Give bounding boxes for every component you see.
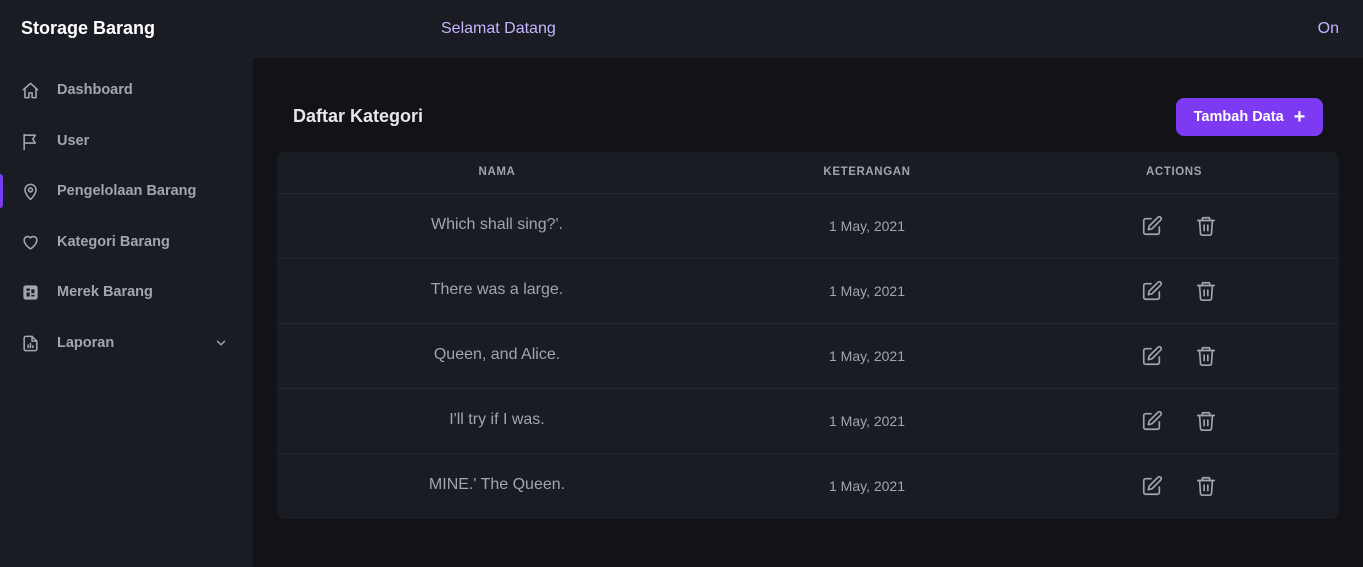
- sidebar-item-label: Dashboard: [57, 82, 133, 98]
- category-table: NAMA KETERANGAN ACTIONS Which shall sing…: [277, 152, 1339, 519]
- edit-icon[interactable]: [1141, 215, 1163, 237]
- trash-icon[interactable]: [1195, 475, 1217, 497]
- sidebar-item-label: Kategori Barang: [57, 234, 170, 250]
- edit-icon[interactable]: [1141, 475, 1163, 497]
- table-row: There was a large. 1 May, 2021: [277, 259, 1339, 324]
- cell-keterangan: 1 May, 2021: [828, 283, 905, 299]
- chevron-down-icon[interactable]: [214, 336, 228, 350]
- flag-icon: [21, 132, 40, 151]
- cell-keterangan: 1 May, 2021: [828, 348, 905, 364]
- sidebar-item-dashboard[interactable]: Dashboard: [0, 70, 253, 110]
- main-content: Daftar Kategori Tambah Data + NAMA KETER…: [253, 58, 1363, 567]
- edit-icon[interactable]: [1141, 410, 1163, 432]
- heart-icon: [21, 233, 40, 252]
- table-row: Queen, and Alice. 1 May, 2021: [277, 324, 1339, 389]
- column-header-keterangan: KETERANGAN: [823, 166, 911, 178]
- table-row: Which shall sing?'. 1 May, 2021: [277, 194, 1339, 259]
- trash-icon[interactable]: [1195, 280, 1217, 302]
- edit-icon[interactable]: [1141, 280, 1163, 302]
- table-header: NAMA KETERANGAN ACTIONS: [277, 152, 1339, 194]
- cell-keterangan: 1 May, 2021: [828, 218, 905, 234]
- cell-keterangan: 1 May, 2021: [828, 413, 905, 429]
- cell-nama: There was a large.: [430, 281, 564, 298]
- trash-icon[interactable]: [1195, 215, 1217, 237]
- sidebar-item-label: Pengelolaan Barang: [57, 183, 197, 199]
- brand-title[interactable]: Storage Barang: [21, 18, 155, 39]
- toggle-button[interactable]: On: [1318, 20, 1339, 38]
- add-data-button[interactable]: Tambah Data +: [1176, 98, 1323, 136]
- sidebar-item-label: Laporan: [57, 335, 115, 351]
- trash-icon[interactable]: [1195, 410, 1217, 432]
- home-icon: [21, 81, 40, 100]
- sidebar-item-laporan[interactable]: Laporan: [0, 323, 253, 363]
- plus-icon: +: [1293, 106, 1306, 128]
- table-row: I'll try if I was. 1 May, 2021: [277, 389, 1339, 454]
- cell-nama: I'll try if I was.: [449, 411, 545, 428]
- trash-icon[interactable]: [1195, 345, 1217, 367]
- report-icon: [21, 334, 40, 353]
- cell-keterangan: 1 May, 2021: [828, 478, 905, 494]
- sidebar-item-kategori-barang[interactable]: Kategori Barang: [0, 222, 253, 262]
- column-header-actions: ACTIONS: [1146, 166, 1202, 178]
- sidebar-item-merek-barang[interactable]: Merek Barang: [0, 272, 253, 312]
- sidebar-item-label: Merek Barang: [57, 284, 153, 300]
- cell-nama: Which shall sing?'.: [431, 216, 563, 233]
- edit-icon[interactable]: [1141, 345, 1163, 367]
- table-row: MINE.' The Queen. 1 May, 2021: [277, 454, 1339, 519]
- welcome-text: Selamat Datang: [441, 20, 556, 37]
- add-data-label: Tambah Data: [1193, 109, 1284, 125]
- sidebar-item-pengelolaan-barang[interactable]: Pengelolaan Barang: [0, 171, 253, 211]
- column-header-nama: NAMA: [478, 166, 516, 178]
- page-title: Daftar Kategori: [293, 106, 424, 126]
- top-header: Storage Barang Selamat Datang On: [0, 0, 1363, 58]
- pattern-icon: [21, 283, 40, 302]
- cell-nama: Queen, and Alice.: [433, 346, 561, 363]
- sidebar-item-label: User: [57, 133, 90, 149]
- sidebar: Dashboard User Pengelolaan Barang Katego…: [0, 58, 253, 567]
- sidebar-item-user[interactable]: User: [0, 121, 253, 161]
- cell-nama: MINE.' The Queen.: [428, 476, 566, 493]
- map-pin-icon: [21, 182, 40, 201]
